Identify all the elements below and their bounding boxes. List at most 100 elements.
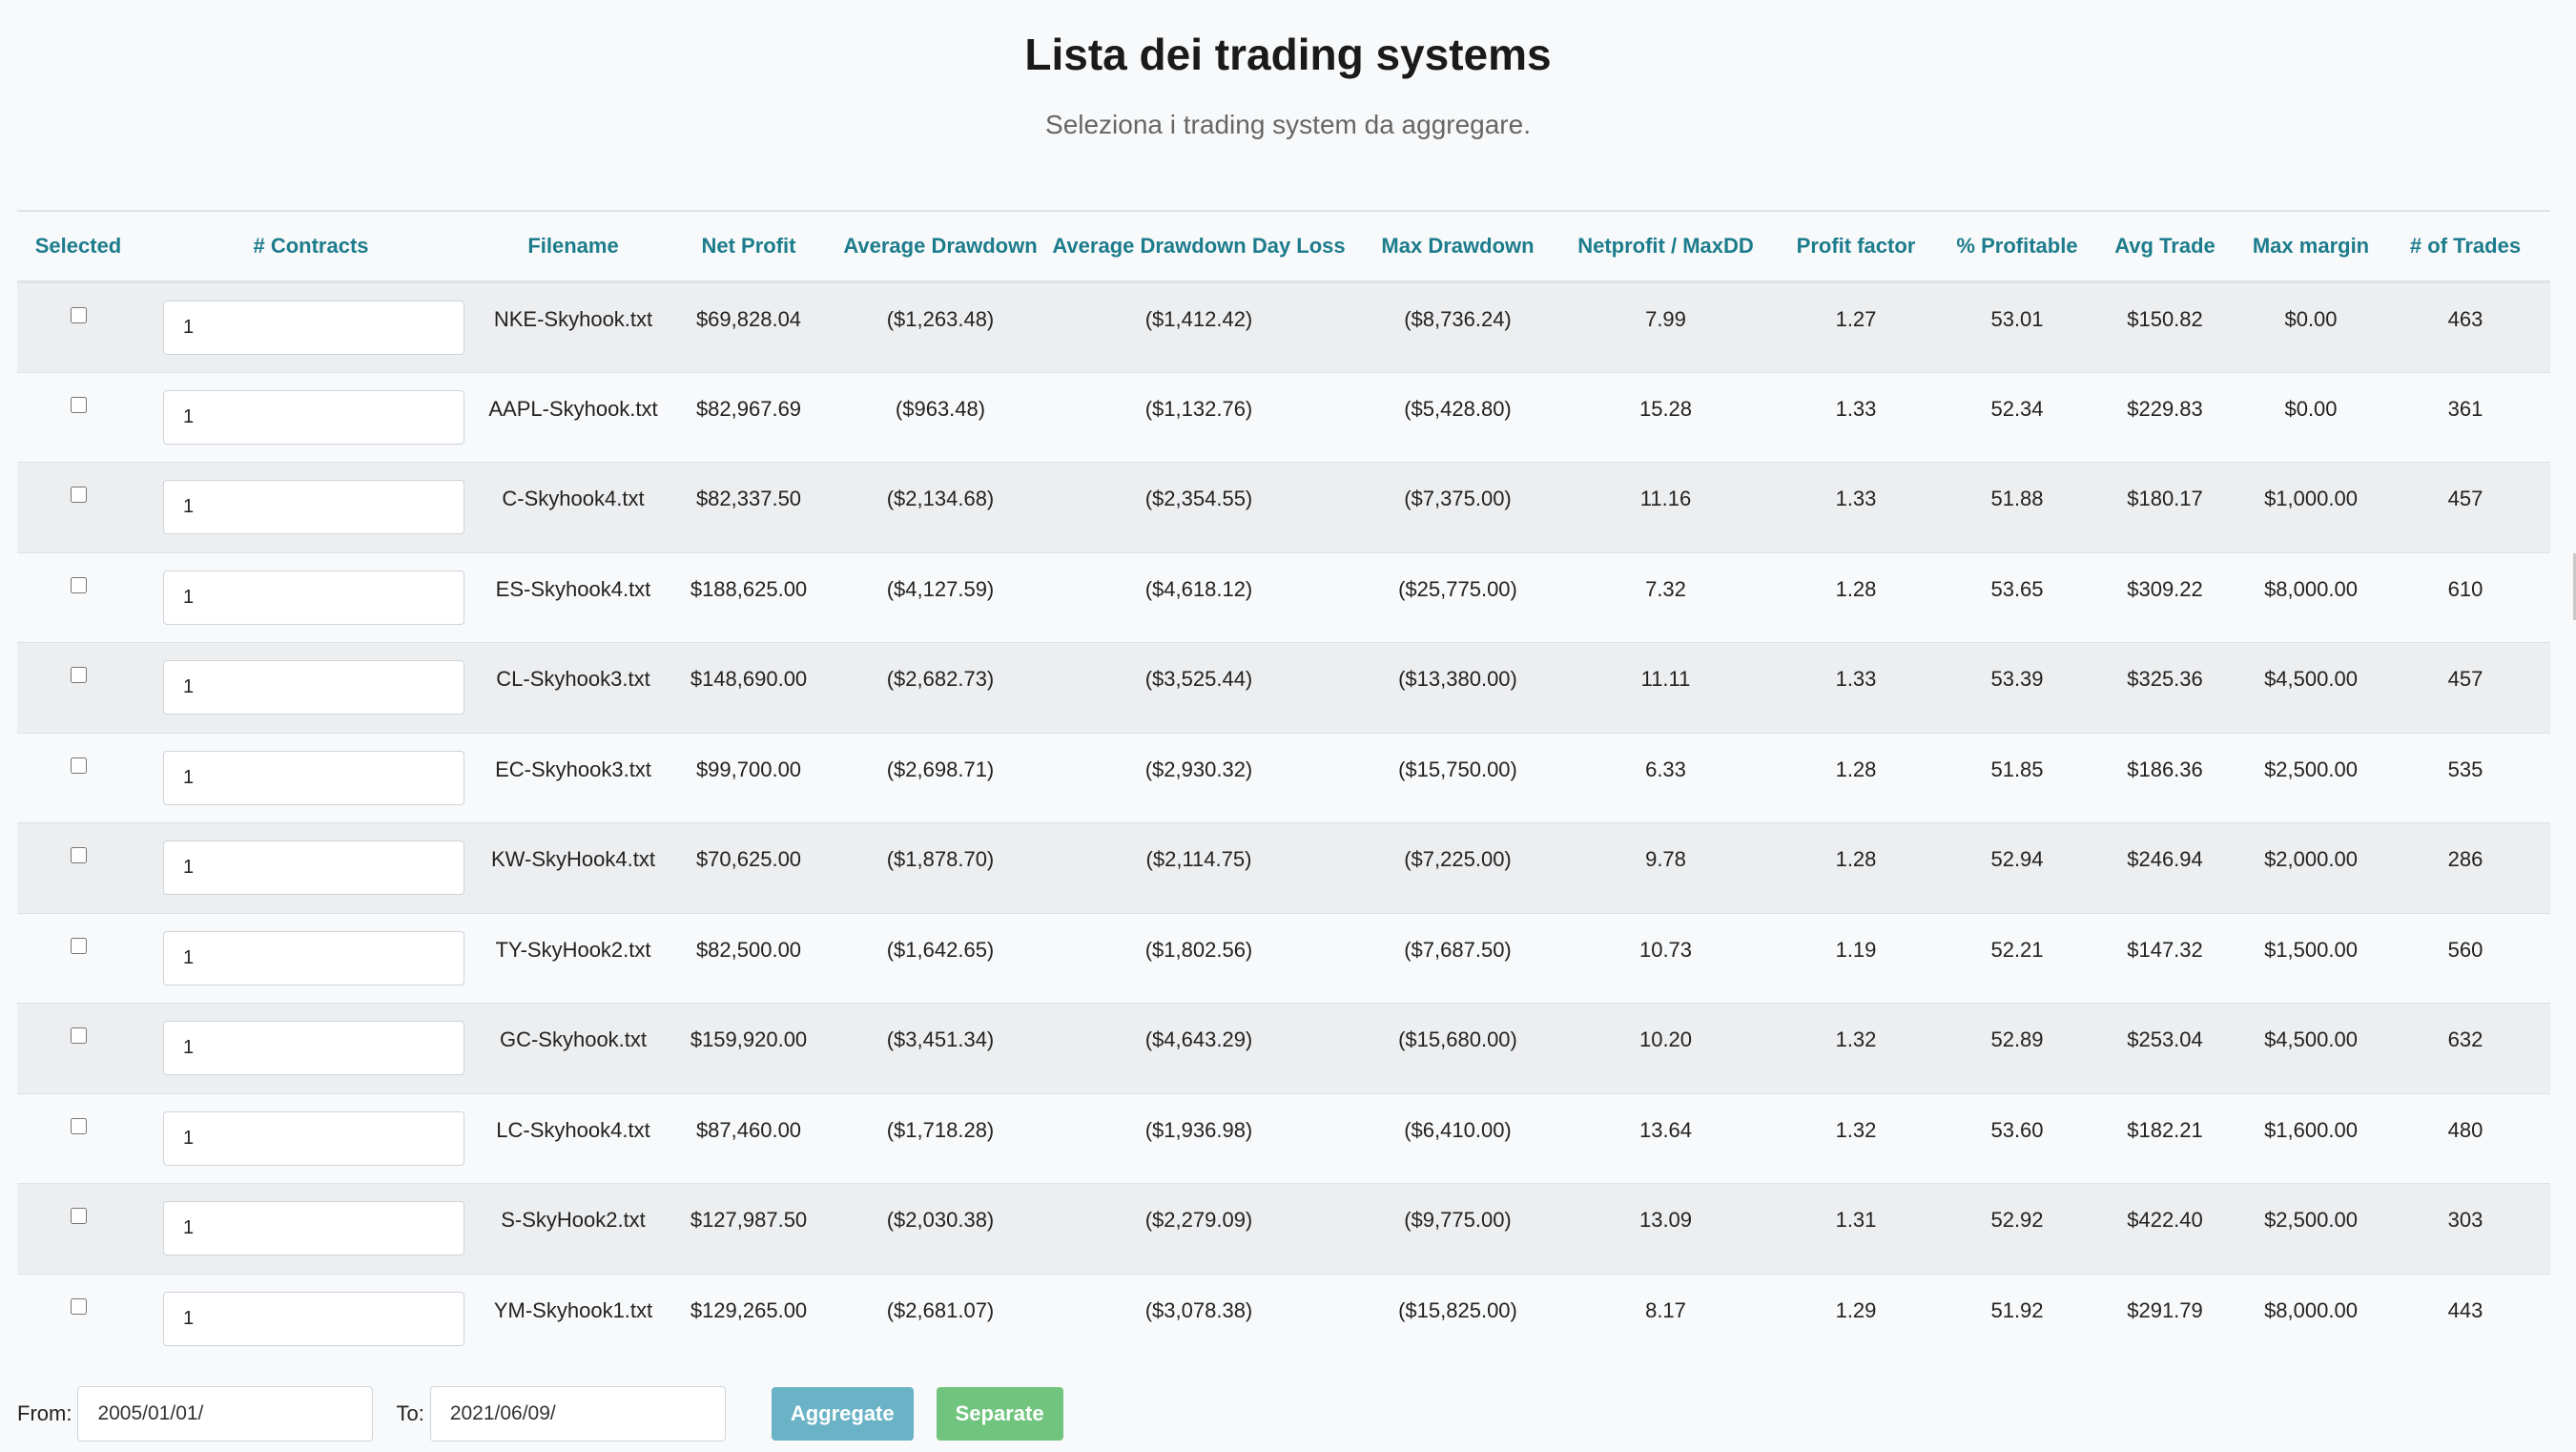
table-row: C-Skyhook4.txt$82,337.50($2,134.68)($2,3… (17, 462, 2550, 552)
profit-factor-cell: 1.32 (1766, 1092, 1946, 1184)
page: Lista dei trading systems Seleziona i tr… (0, 0, 2576, 1452)
max-margin-cell: $4,500.00 (2241, 1003, 2380, 1093)
max-drawdown-cell: ($9,775.00) (1350, 1183, 1565, 1274)
contracts-input[interactable] (163, 660, 464, 715)
pct-profitable-cell: 52.89 (1946, 1003, 2089, 1093)
max-margin-cell: $4,500.00 (2241, 642, 2380, 733)
table-row: ES-Skyhook4.txt$188,625.00($4,127.59)($4… (17, 551, 2550, 643)
separate-button[interactable]: Separate (936, 1387, 1063, 1441)
table-row: YM-Skyhook1.txt$129,265.00($2,681.07)($3… (17, 1273, 2550, 1364)
to-date-input[interactable] (429, 1386, 726, 1442)
contracts-input[interactable] (163, 930, 464, 985)
max-drawdown-cell: ($25,775.00) (1350, 551, 1565, 643)
pct-profitable-cell: 52.94 (1946, 822, 2089, 913)
pct-profitable-cell: 53.65 (1946, 551, 2089, 643)
average-drawdown-day-loss-cell: ($1,802.56) (1047, 912, 1350, 1004)
filename-cell: GC-Skyhook.txt (483, 1003, 664, 1093)
contracts-input[interactable] (163, 1110, 464, 1166)
select-checkbox[interactable] (70, 667, 87, 683)
average-drawdown-day-loss-cell: ($4,643.29) (1047, 1003, 1350, 1093)
column-header-contracts[interactable]: # Contracts (139, 210, 483, 283)
average-drawdown-day-loss-cell: ($2,114.75) (1047, 822, 1350, 913)
column-header-num-trades[interactable]: # of Trades (2380, 210, 2550, 283)
from-date-input[interactable] (77, 1386, 374, 1442)
select-checkbox[interactable] (70, 847, 87, 863)
from-label: From: (17, 1401, 72, 1425)
pct-profitable-cell: 53.60 (1946, 1092, 2089, 1184)
average-drawdown-cell: ($1,878.70) (834, 822, 1047, 913)
filename-cell: EC-Skyhook3.txt (483, 732, 664, 823)
filename-cell: TY-SkyHook2.txt (483, 912, 664, 1004)
num-trades-cell: 463 (2380, 281, 2550, 372)
average-drawdown-cell: ($963.48) (834, 371, 1047, 463)
contracts-input[interactable] (163, 570, 464, 625)
select-checkbox[interactable] (70, 937, 87, 954)
select-checkbox[interactable] (70, 1117, 87, 1134)
average-drawdown-day-loss-cell: ($1,936.98) (1047, 1092, 1350, 1184)
column-header-avg-trade[interactable]: Avg Trade (2089, 210, 2241, 283)
average-drawdown-cell: ($1,642.65) (834, 912, 1047, 1004)
table-row: LC-Skyhook4.txt$87,460.00($1,718.28)($1,… (17, 1092, 2550, 1184)
avg-trade-cell: $147.32 (2089, 912, 2241, 1004)
select-checkbox[interactable] (70, 757, 87, 774)
contracts-input[interactable] (163, 301, 464, 355)
netprofit-maxdd-cell: 13.64 (1565, 1092, 1766, 1184)
max-drawdown-cell: ($15,825.00) (1350, 1273, 1565, 1364)
contracts-input[interactable] (163, 750, 464, 805)
select-checkbox[interactable] (70, 396, 87, 413)
num-trades-cell: 286 (2380, 822, 2550, 913)
selected-cell (17, 281, 139, 372)
net-profit-cell: $87,460.00 (664, 1092, 834, 1184)
selected-cell (17, 822, 139, 913)
pct-profitable-cell: 51.88 (1946, 462, 2089, 552)
pct-profitable-cell: 51.85 (1946, 732, 2089, 823)
num-trades-cell: 480 (2380, 1092, 2550, 1184)
select-checkbox[interactable] (70, 576, 87, 593)
netprofit-maxdd-cell: 7.99 (1565, 281, 1766, 372)
netprofit-maxdd-cell: 15.28 (1565, 371, 1766, 463)
average-drawdown-day-loss-cell: ($2,279.09) (1047, 1183, 1350, 1274)
select-checkbox[interactable] (70, 1208, 87, 1224)
num-trades-cell: 457 (2380, 462, 2550, 552)
contracts-input[interactable] (163, 480, 464, 534)
pct-profitable-cell: 53.39 (1946, 642, 2089, 733)
net-profit-cell: $188,625.00 (664, 551, 834, 643)
contracts-input[interactable] (163, 389, 464, 445)
column-header-average-drawdown[interactable]: Average Drawdown (834, 210, 1047, 283)
select-checkbox[interactable] (70, 1297, 87, 1315)
select-checkbox[interactable] (70, 307, 87, 323)
column-header-netprofit-maxdd[interactable]: Netprofit / MaxDD (1565, 210, 1766, 283)
profit-factor-cell: 1.32 (1766, 1003, 1946, 1093)
pct-profitable-cell: 53.01 (1946, 281, 2089, 372)
column-header-pct-profitable[interactable]: % Profitable (1946, 210, 2089, 283)
average-drawdown-cell: ($2,681.07) (834, 1273, 1047, 1364)
column-header-profit-factor[interactable]: Profit factor (1766, 210, 1946, 283)
contracts-input[interactable] (163, 1021, 464, 1075)
contracts-input[interactable] (163, 1201, 464, 1255)
selected-cell (17, 1273, 139, 1364)
select-checkbox[interactable] (70, 1027, 87, 1044)
column-header-filename[interactable]: Filename (483, 210, 664, 283)
filename-cell: NKE-Skyhook.txt (483, 281, 664, 372)
average-drawdown-day-loss-cell: ($2,354.55) (1047, 462, 1350, 552)
aggregate-button[interactable]: Aggregate (771, 1387, 914, 1441)
select-checkbox[interactable] (70, 487, 87, 503)
column-header-max-drawdown[interactable]: Max Drawdown (1350, 210, 1565, 283)
column-header-net-profit[interactable]: Net Profit (664, 210, 834, 283)
column-header-average-drawdown-day-loss[interactable]: Average Drawdown Day Loss (1047, 210, 1350, 283)
pct-profitable-cell: 51.92 (1946, 1273, 2089, 1364)
column-header-max-margin[interactable]: Max margin (2241, 210, 2380, 283)
net-profit-cell: $127,987.50 (664, 1183, 834, 1274)
contracts-input[interactable] (163, 840, 464, 895)
avg-trade-cell: $291.79 (2089, 1273, 2241, 1364)
num-trades-cell: 361 (2380, 371, 2550, 463)
filename-cell: C-Skyhook4.txt (483, 462, 664, 552)
selected-cell (17, 462, 139, 552)
max-margin-cell: $1,000.00 (2241, 462, 2380, 552)
contracts-input[interactable] (163, 1291, 464, 1346)
netprofit-maxdd-cell: 13.09 (1565, 1183, 1766, 1274)
netprofit-maxdd-cell: 11.11 (1565, 642, 1766, 733)
netprofit-maxdd-cell: 7.32 (1565, 551, 1766, 643)
column-header-selected[interactable]: Selected (17, 210, 139, 283)
profit-factor-cell: 1.28 (1766, 822, 1946, 913)
